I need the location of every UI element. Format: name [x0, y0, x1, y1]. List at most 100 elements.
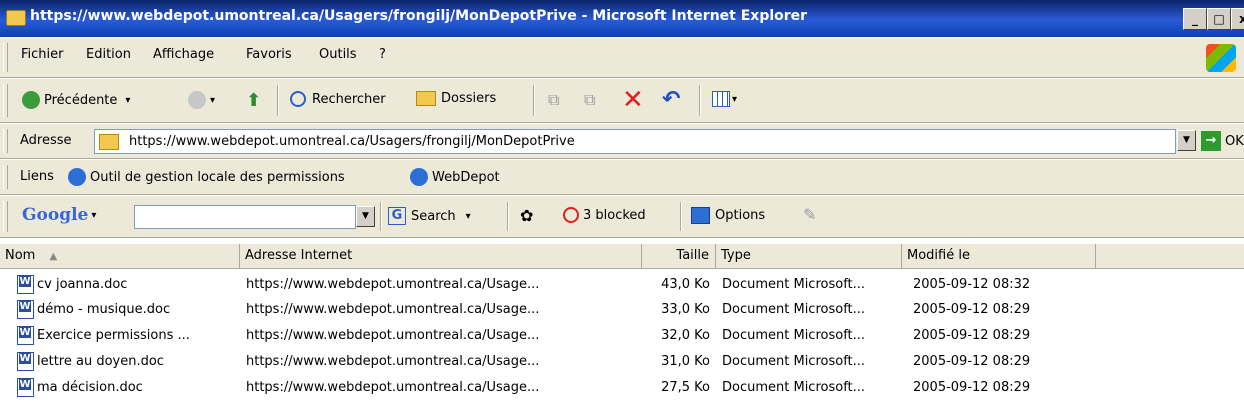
table-row[interactable]: Exercice permissions ... https://www.web… — [0, 324, 1244, 348]
file-type: Document Microsoft... — [722, 328, 866, 343]
table-row[interactable]: lettre au doyen.doc https://www.webdepot… — [0, 350, 1244, 374]
toolbar-grip[interactable] — [3, 84, 8, 117]
popup-blocker-button[interactable]: 3 blocked — [563, 207, 646, 223]
go-label: OK — [1225, 133, 1244, 149]
back-arrow-icon — [22, 91, 40, 109]
file-type: Document Microsoft... — [722, 354, 866, 369]
forward-button[interactable]: ▾ — [188, 91, 215, 109]
toolbar-separator — [380, 202, 382, 231]
toolbar-grip[interactable] — [3, 129, 8, 153]
word-document-icon — [17, 300, 34, 319]
toolbar-grip[interactable] — [3, 43, 8, 72]
file-name: cv joanna.doc — [37, 277, 128, 292]
links-bar: Liens Outil de gestion locale des permis… — [0, 159, 1244, 195]
popup-blocked-icon — [563, 207, 579, 223]
chevron-down-icon: ▾ — [732, 93, 738, 105]
file-type: Document Microsoft... — [722, 277, 866, 292]
move-to-icon[interactable]: ⧉ — [548, 90, 559, 110]
address-label: Adresse — [20, 133, 72, 148]
menu-favoris[interactable]: Favoris — [246, 47, 292, 62]
column-header-url[interactable]: Adresse Internet — [240, 244, 642, 268]
word-document-icon — [17, 275, 34, 294]
up-folder-button[interactable]: ⬆ — [246, 90, 261, 111]
toolbar-separator — [699, 85, 701, 116]
maximize-button[interactable]: □ — [1207, 8, 1231, 30]
toolbar-grip[interactable] — [3, 201, 8, 232]
back-button[interactable]: Précédente ▾ — [22, 91, 130, 109]
table-row[interactable]: cv joanna.doc https://www.webdepot.umont… — [0, 273, 1244, 297]
folder-icon — [99, 134, 119, 150]
address-dropdown-button[interactable]: ▼ — [1177, 130, 1196, 151]
undo-icon[interactable]: ↶ — [662, 87, 680, 112]
menu-affichage[interactable]: Affichage — [153, 47, 214, 62]
word-document-icon — [17, 352, 34, 371]
minimize-button[interactable]: _ — [1183, 8, 1207, 30]
copy-to-icon[interactable]: ⧉ — [584, 90, 595, 110]
menu-help[interactable]: ? — [379, 47, 386, 62]
pagerank-icon[interactable]: ✿ — [520, 206, 533, 225]
chevron-down-icon[interactable]: ▾ — [210, 95, 215, 106]
file-name: lettre au doyen.doc — [37, 354, 164, 369]
file-modified: 2005-09-12 08:29 — [913, 354, 1031, 369]
file-modified: 2005-09-12 08:29 — [913, 380, 1031, 395]
column-header-modified[interactable]: Modifié le — [902, 244, 1096, 268]
google-g-icon: G — [388, 207, 406, 225]
toolbar-separator — [277, 85, 279, 116]
search-button[interactable]: Rechercher — [290, 91, 386, 107]
file-modified: 2005-09-12 08:29 — [913, 328, 1031, 343]
file-type: Document Microsoft... — [722, 302, 866, 317]
file-url: https://www.webdepot.umontreal.ca/Usage.… — [246, 328, 540, 343]
file-url: https://www.webdepot.umontreal.ca/Usage.… — [246, 277, 540, 292]
toolbar-separator — [680, 202, 682, 231]
menu-fichier[interactable]: Fichier — [21, 47, 64, 62]
forward-arrow-icon — [188, 91, 206, 109]
link-permissions-tool[interactable]: Outil de gestion locale des permissions — [68, 168, 345, 186]
table-row[interactable]: démo - musique.doc https://www.webdepot.… — [0, 298, 1244, 322]
links-label: Liens — [20, 169, 54, 184]
windows-logo-icon — [1206, 44, 1236, 72]
folder-icon — [416, 91, 436, 106]
file-modified: 2005-09-12 08:32 — [913, 277, 1031, 292]
google-menu-button[interactable]: Google ▾ — [22, 205, 96, 225]
file-url: https://www.webdepot.umontreal.ca/Usage.… — [246, 354, 540, 369]
link-label: WebDepot — [432, 169, 500, 185]
google-search-dropdown[interactable]: ▼ — [356, 206, 375, 227]
standard-toolbar: Précédente ▾ ▾ ⬆ Rechercher Dossiers ⧉ ⧉… — [0, 78, 1244, 123]
delete-icon[interactable]: ✕ — [622, 85, 644, 115]
column-header-type[interactable]: Type — [716, 244, 902, 268]
column-header-size[interactable]: Taille — [642, 244, 716, 268]
file-size: 27,5 Ko — [661, 380, 710, 395]
go-button[interactable]: → OK — [1201, 131, 1244, 151]
chevron-down-icon[interactable]: ▾ — [125, 95, 130, 106]
google-options-button[interactable]: Options — [691, 207, 765, 224]
menu-outils[interactable]: Outils — [319, 47, 357, 62]
file-name: Exercice permissions ... — [37, 328, 190, 343]
toolbar-grip[interactable] — [3, 165, 8, 189]
google-search-input[interactable] — [134, 205, 356, 229]
table-row[interactable]: ma décision.doc https://www.webdepot.umo… — [0, 376, 1244, 400]
file-url: https://www.webdepot.umontreal.ca/Usage.… — [246, 302, 540, 317]
file-size: 43,0 Ko — [661, 277, 710, 292]
pencil-icon[interactable]: ✎ — [803, 205, 816, 224]
chevron-down-icon: ▾ — [91, 209, 97, 221]
folders-button[interactable]: Dossiers — [416, 91, 496, 106]
ie-page-icon — [410, 168, 428, 186]
title-bar: https://www.webdepot.umontreal.ca/Usager… — [0, 0, 1244, 37]
file-name: démo - musique.doc — [37, 302, 171, 317]
link-webdepot[interactable]: WebDepot — [410, 168, 500, 186]
column-header-name[interactable]: Nom ▲ — [0, 244, 240, 268]
google-search-button[interactable]: G Search ▾ — [388, 207, 471, 225]
views-button[interactable]: ▾ — [712, 91, 737, 107]
menu-edition[interactable]: Edition — [86, 47, 131, 62]
close-button[interactable]: x — [1231, 8, 1244, 30]
address-field[interactable]: https://www.webdepot.umontreal.ca/Usager… — [94, 129, 1176, 154]
search-icon — [290, 91, 306, 107]
word-document-icon — [17, 378, 34, 397]
toolbar-separator — [507, 202, 509, 231]
up-arrow-icon: ⬆ — [246, 90, 262, 111]
blocked-label: 3 blocked — [583, 207, 646, 223]
back-label: Précédente — [44, 92, 118, 108]
views-grid-icon — [712, 91, 730, 107]
address-value: https://www.webdepot.umontreal.ca/Usager… — [129, 134, 575, 149]
options-label: Options — [715, 208, 766, 223]
